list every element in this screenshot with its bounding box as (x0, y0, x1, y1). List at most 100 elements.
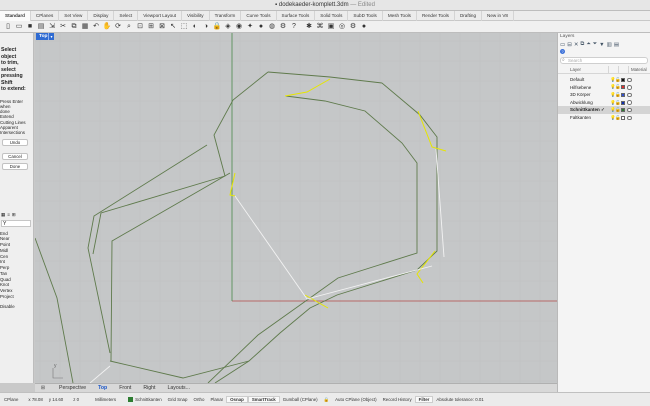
tools-icon[interactable]: ▥ (607, 42, 612, 48)
cut-icon[interactable]: ✂ (58, 22, 68, 31)
viewport-menu-button[interactable]: ▾ (48, 33, 54, 40)
rotate-view-icon[interactable]: ⟳ (113, 22, 123, 31)
layer-row[interactable]: Faltkanten 💡 🔓 (558, 114, 650, 122)
layer-row[interactable]: Hilfsebene 💡 🔓 (558, 84, 650, 92)
tab-render-tools[interactable]: Render Tools (417, 10, 455, 21)
filter-icon[interactable]: ▼ (599, 42, 604, 48)
grasshopper-icon[interactable]: ✱ (304, 22, 314, 31)
cancel-button[interactable]: Cancel (2, 152, 28, 160)
layer-row[interactable]: Default 💡 🔓 (558, 76, 650, 84)
toggle-filter[interactable]: Filter (414, 396, 434, 403)
lock-icon[interactable]: 🔒 (212, 22, 222, 31)
column-material[interactable]: Material (628, 66, 650, 73)
import-icon[interactable]: ⇲ (47, 22, 57, 31)
units-label[interactable]: Millimeters (92, 397, 119, 402)
material-icon[interactable] (627, 85, 632, 90)
toggle-ortho[interactable]: Ortho (190, 397, 207, 402)
tab-perspective[interactable]: Perspective (53, 384, 92, 392)
toggle-smarttrack[interactable]: SmartTrack (247, 396, 280, 403)
move-layer-down-icon[interactable]: ⏷ (593, 41, 597, 48)
layer-color-swatch[interactable] (621, 85, 625, 90)
new-layer-icon[interactable]: ▭ (560, 42, 565, 48)
column-layer[interactable]: Layer (558, 66, 608, 73)
open-file-icon[interactable]: ▭ (14, 22, 24, 31)
tab-solid-tools[interactable]: Solid Tools (315, 10, 349, 21)
help-icon[interactable]: ? (289, 22, 299, 31)
grid-icon[interactable]: ▦ (1, 212, 5, 218)
hide-icon[interactable]: ◐ (190, 22, 200, 31)
lock-icon[interactable]: 🔓 (615, 84, 621, 90)
option-intersections[interactable]: Intersections (0, 130, 33, 135)
toggle-osnap[interactable]: Osnap (226, 396, 248, 403)
layer-row[interactable]: 3D Körper 💡 🔓 (558, 91, 650, 99)
osnap-project[interactable]: Project (0, 294, 33, 300)
script-icon[interactable]: ⌘ (315, 22, 325, 31)
lock-icon[interactable]: 🔒 (321, 397, 332, 403)
zoom-selected-icon[interactable]: ⊠ (157, 22, 167, 31)
select-window-icon[interactable]: ⬚ (179, 22, 189, 31)
tab-mesh-tools[interactable]: Mesh Tools (383, 10, 417, 21)
new-file-icon[interactable]: ▯ (3, 22, 13, 31)
material-icon[interactable] (627, 92, 632, 98)
layer-settings-icon[interactable]: ▤ (614, 42, 619, 48)
tab-front[interactable]: Front (113, 384, 137, 392)
undo-icon[interactable]: ↶ (91, 22, 101, 31)
properties-icon[interactable]: ◉ (234, 22, 244, 31)
show-icon[interactable]: ◑ (201, 22, 211, 31)
lock-icon[interactable]: 🔓 (615, 107, 621, 113)
print-icon[interactable]: ▤ (36, 22, 46, 31)
tab-select[interactable]: Select (114, 10, 139, 21)
tab-layouts[interactable]: Layouts... (161, 384, 196, 392)
grid-icon[interactable]: ⊞ (39, 385, 47, 391)
toggle-planar[interactable]: Planar (207, 397, 226, 402)
top-viewport[interactable]: y Top ▾ (35, 33, 557, 383)
osnap-disable[interactable]: Disable (0, 304, 33, 310)
undo-button[interactable]: Undo (2, 138, 28, 146)
render-icon[interactable]: ▣ (326, 22, 336, 31)
tab-transform[interactable]: Transform (210, 10, 242, 21)
layer-row[interactable]: Schnittkanten ✓ 💡 🔓 (558, 106, 650, 114)
material-sphere-icon[interactable]: ◍ (267, 22, 277, 31)
tab-display[interactable]: Display (88, 10, 115, 21)
layers-search-input[interactable]: ⌕ Search (560, 57, 648, 64)
zoom-window-icon[interactable]: ⊡ (135, 22, 145, 31)
lock-icon[interactable]: 🔓 (615, 92, 621, 98)
viewport-canvas[interactable]: y (35, 33, 557, 383)
cplane-label[interactable]: CPlane (0, 397, 21, 402)
light-icon[interactable]: ✦ (245, 22, 255, 31)
tab-cplanes[interactable]: CPlanes (31, 10, 60, 21)
layer-row[interactable]: Abwicklung 💡 🔓 (558, 99, 650, 107)
tab-set-view[interactable]: Set View (59, 10, 89, 21)
tab-standard[interactable]: Standard (0, 10, 31, 21)
layer-color-swatch[interactable] (621, 115, 625, 120)
options-icon[interactable]: ⚙ (278, 22, 288, 31)
material-icon[interactable] (627, 115, 632, 121)
delete-layer-icon[interactable]: ✕ (574, 42, 579, 48)
paste-icon[interactable]: ▦ (80, 22, 90, 31)
snapshot-icon[interactable]: ◎ (337, 22, 347, 31)
help-icon[interactable]: ? (560, 49, 565, 54)
rendered-sphere-icon[interactable]: ● (256, 22, 266, 31)
lock-icon[interactable]: 🔓 (615, 100, 621, 106)
tab-visibility[interactable]: Visibility (182, 10, 210, 21)
pan-icon[interactable]: ✋ (102, 22, 112, 31)
toggle-grid-snap[interactable]: Grid Snap (165, 397, 191, 402)
layer-color-swatch[interactable] (621, 100, 625, 105)
duplicate-layer-icon[interactable]: ⧉ (580, 41, 584, 48)
tab-right[interactable]: Right (137, 384, 161, 392)
layer-color-swatch[interactable] (621, 108, 625, 113)
zoom-icon[interactable]: ⌕ (124, 22, 134, 31)
save-icon[interactable]: ■ (25, 22, 35, 31)
tab-viewport-layout[interactable]: Viewport Layout (138, 10, 183, 21)
select-icon[interactable]: ↖ (168, 22, 178, 31)
filter-icon[interactable]: Y (1, 219, 31, 227)
current-layer-status[interactable]: Schnittkanten (125, 397, 165, 403)
toggle-record-history[interactable]: Record History (380, 397, 415, 402)
done-button[interactable]: Done (2, 162, 28, 170)
copy-icon[interactable]: ⧉ (69, 22, 79, 31)
lock-icon[interactable]: 🔓 (615, 77, 621, 83)
toggle-gumball[interactable]: Gumball (CPlane) (280, 397, 321, 402)
layer-color-swatch[interactable] (621, 77, 625, 82)
move-layer-up-icon[interactable]: ⏶ (586, 41, 590, 48)
gear-icon[interactable]: ⚙ (348, 22, 358, 31)
